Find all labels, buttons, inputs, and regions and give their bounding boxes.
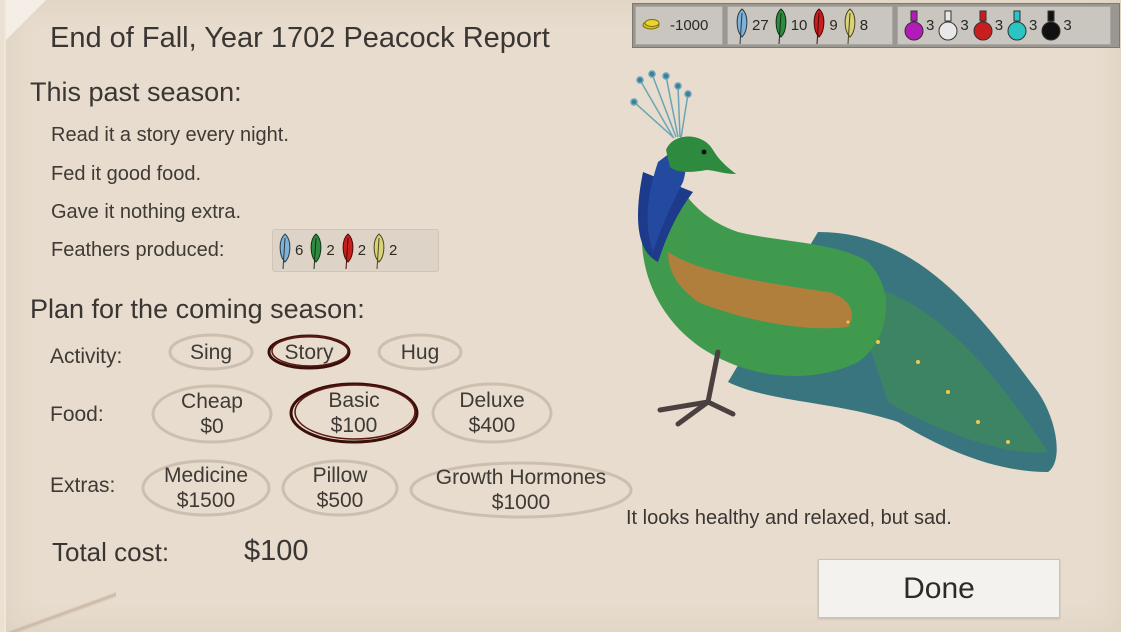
inventory-feather-blue: 27 [734,7,773,45]
past-extras-line: Gave it nothing extra. [51,201,242,223]
activity-option-story[interactable]: Story [266,332,352,372]
extras-option-growth-hormones[interactable]: Growth Hormones $1000 [408,459,634,521]
white-potion-icon [938,10,958,40]
extras-medicine-name: Medicine [163,464,249,487]
done-button[interactable]: Done [818,559,1060,618]
extras-label: Extras: [50,474,116,497]
inventory-potion-red: 3 [973,9,1007,43]
food-basic-price: $100 [330,414,378,437]
peacock-crest [630,70,692,139]
inventory-feather-red: 9 [811,7,841,45]
activity-option-sing[interactable]: Sing [168,332,254,372]
paper-corner-decoration [6,0,46,40]
yellow-feather-icon [844,7,856,44]
paper-edge-decoration [6,582,116,632]
inventory-potion-black: 3 [1041,9,1075,43]
inventory-potion-cyan: 3 [1007,9,1041,43]
red-feather-icon [814,7,825,44]
food-cheap-name: Cheap [181,390,243,413]
food-option-deluxe[interactable]: Deluxe $400 [430,380,554,446]
food-cheap-price: $0 [200,415,224,438]
food-deluxe-name: Deluxe [459,389,525,412]
red-potion-icon [973,10,993,40]
food-option-basic[interactable]: Basic $100 [287,380,421,446]
inventory-feather-green: 10 [773,7,812,45]
produced-feather-green: 2 [308,232,339,270]
feather-inventory: 27 10 9 8 [727,6,893,45]
money-value: -1000 [670,17,709,34]
food-label: Food: [50,403,104,426]
activity-option-hug[interactable]: Hug [377,332,463,372]
extras-option-medicine[interactable]: Medicine $1500 [140,457,272,519]
peacock-legs [657,349,736,427]
page-title: End of Fall, Year 1702 Peacock Report [50,22,550,54]
food-basic-name: Basic [328,389,380,412]
extras-medicine-price: $1500 [176,489,236,512]
green-feather-icon [310,232,322,269]
peacock-illustration [630,70,1057,472]
blue-feather-icon [279,232,291,269]
extras-pillow-name: Pillow [312,464,368,487]
yellow-feather-icon [373,232,385,269]
past-food-line: Fed it good food. [51,163,202,185]
extras-growth-hormones-price: $1000 [491,491,551,514]
feathers-produced-label: Feathers produced: [51,239,225,261]
food-option-cheap[interactable]: Cheap $0 [150,382,274,446]
black-potion-icon [1041,10,1061,40]
inventory-potion-white: 3 [938,9,972,43]
inventory-feather-yellow: 8 [842,7,872,45]
produced-feather-red: 2 [340,232,371,270]
produced-feather-blue: 6 [277,232,308,270]
money-icon [642,17,662,34]
blue-feather-icon [736,7,748,44]
total-cost-value: $100 [244,535,309,567]
food-deluxe-price: $400 [468,414,516,437]
purple-potion-icon [904,10,924,40]
money-counter: -1000 [635,6,723,45]
resource-bar: -1000 27 10 9 8 3 3 3 3 3 [632,3,1120,48]
peacock-status-text: It looks healthy and relaxed, but sad. [626,507,952,529]
total-cost-label: Total cost: [52,537,170,567]
extras-growth-hormones-name: Growth Hormones [435,466,607,489]
activity-label: Activity: [50,345,123,368]
extras-pillow-price: $500 [316,489,364,512]
inventory-potion-purple: 3 [904,9,938,43]
past-season-heading: This past season: [30,77,242,107]
red-feather-icon [342,232,354,269]
feathers-produced-box: 6 2 2 2 [272,229,439,272]
potion-inventory: 3 3 3 3 3 [897,6,1111,45]
past-activity-line: Read it a story every night. [51,124,289,146]
produced-feather-yellow: 2 [371,232,402,270]
extras-option-pillow[interactable]: Pillow $500 [280,457,400,519]
peacock-head [666,136,736,174]
plan-heading: Plan for the coming season: [30,294,365,324]
green-feather-icon [775,7,787,44]
cyan-potion-icon [1007,10,1027,40]
